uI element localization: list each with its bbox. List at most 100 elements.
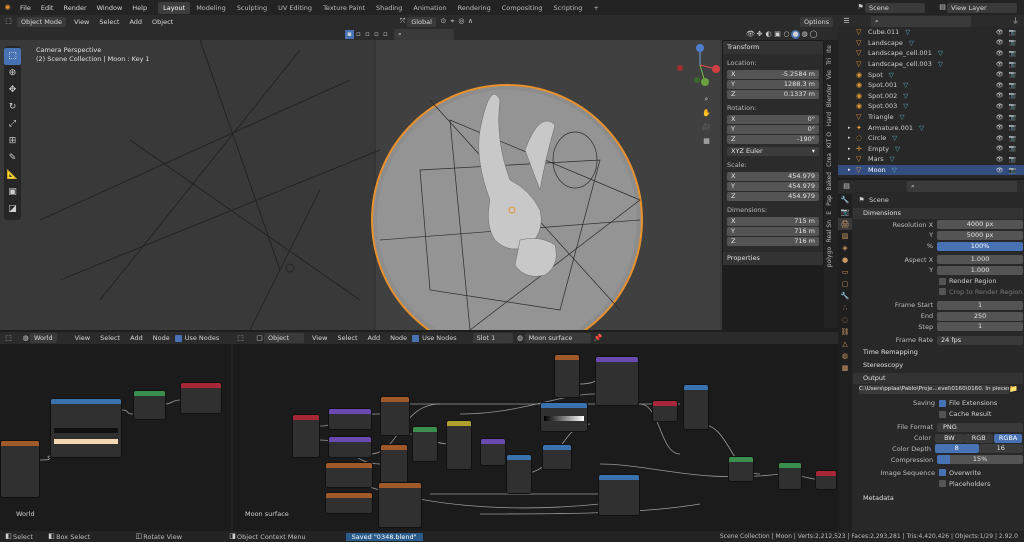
pan-hand-icon[interactable]: ✋ bbox=[702, 109, 711, 118]
texture-tab-icon[interactable]: ▩ bbox=[838, 362, 852, 374]
shader-node[interactable] bbox=[778, 462, 802, 490]
resolution-percent-field[interactable]: 100% bbox=[937, 241, 1023, 251]
properties-search-field[interactable]: ⌕ bbox=[907, 180, 1017, 192]
properties-editor-icon[interactable]: ▤ bbox=[842, 182, 851, 191]
shader-node[interactable] bbox=[480, 438, 506, 466]
menu-render[interactable]: Render bbox=[58, 4, 91, 12]
node-menu-select[interactable]: Select bbox=[95, 334, 125, 342]
transform-tool-icon[interactable]: ⊞ bbox=[4, 133, 21, 150]
world-use-nodes-checkbox[interactable] bbox=[174, 334, 182, 342]
render-camera-icon[interactable]: 📷 bbox=[1009, 145, 1016, 152]
node-editor[interactable]: World Moon surface bbox=[0, 344, 838, 531]
stereoscopy-section[interactable]: Stereoscopy bbox=[853, 360, 1023, 372]
sidebar-tab-10[interactable]: Real Sn bbox=[826, 220, 833, 242]
placeholders-checkbox[interactable] bbox=[939, 480, 946, 488]
color-option-rgb[interactable]: RGB bbox=[964, 433, 994, 443]
shader-node[interactable] bbox=[542, 444, 572, 470]
extra-tool-icon[interactable]: ◪ bbox=[4, 201, 21, 218]
mapping-node[interactable] bbox=[50, 398, 122, 458]
shader-node[interactable] bbox=[412, 426, 438, 462]
render-camera-icon[interactable]: 📷 bbox=[1009, 135, 1016, 142]
sidebar-tab-11[interactable]: polygo bbox=[826, 247, 833, 267]
background-node[interactable] bbox=[133, 390, 166, 420]
time-remapping-section[interactable]: Time Remapping bbox=[853, 347, 1023, 359]
outliner-editor-icon[interactable]: ☰ bbox=[842, 17, 851, 26]
folder-icon[interactable]: 📁 bbox=[1009, 385, 1018, 394]
shading-material-icon[interactable]: ◍ bbox=[800, 30, 809, 39]
overwrite-checkbox[interactable] bbox=[939, 469, 946, 477]
outliner-item[interactable]: ◉ Spot ▽ 👁 📷 bbox=[838, 69, 1024, 80]
shading-wire-icon[interactable]: ○ bbox=[782, 30, 791, 39]
dimensions-x-field[interactable]: X 715 m bbox=[727, 217, 819, 226]
visibility-eye-icon[interactable]: 👁 bbox=[996, 156, 1004, 163]
pin-icon[interactable]: 📌 bbox=[594, 334, 603, 343]
node-editor-type-icon[interactable]: ⬚ bbox=[236, 334, 245, 343]
object-use-nodes-checkbox[interactable] bbox=[412, 334, 420, 342]
shader-node[interactable] bbox=[380, 444, 408, 484]
slot-select[interactable]: Slot 1 bbox=[472, 333, 513, 343]
outliner-item[interactable]: ▸ ✦ Armature.001 ▽ 👁 📷 bbox=[838, 122, 1024, 133]
resolution-y-field[interactable]: 5000 px bbox=[937, 230, 1023, 240]
outliner-item[interactable]: ▸ ✛ Empty ▽ 👁 📷 bbox=[838, 144, 1024, 155]
outliner-item[interactable]: ▸ ▽ Mars ▽ 👁 📷 bbox=[838, 154, 1024, 165]
sidebar-tab-4[interactable]: Hard bbox=[826, 112, 833, 126]
dimensions-z-field[interactable]: Z 716 m bbox=[727, 237, 819, 246]
color-depth-option-16[interactable]: 16 bbox=[979, 444, 1023, 454]
node-menu-add[interactable]: Add bbox=[125, 334, 148, 342]
shader-node[interactable] bbox=[325, 462, 373, 488]
render-camera-icon[interactable]: 📷 bbox=[1009, 39, 1016, 46]
view-layer-selector[interactable]: View Layer bbox=[947, 2, 1017, 13]
render-camera-icon[interactable]: 📷 bbox=[1009, 124, 1016, 131]
filter-icon[interactable]: ⏚ bbox=[1011, 17, 1020, 26]
outliner-item[interactable]: ▽ Cube.011 ▽ 👁 📷 bbox=[838, 27, 1024, 38]
output-tab-icon[interactable]: 🖨 bbox=[838, 218, 852, 230]
frame-rate-select[interactable]: 24 fps bbox=[937, 335, 1023, 345]
tab-layout[interactable]: Layout bbox=[158, 1, 191, 14]
blender-logo-icon[interactable]: ◉ bbox=[3, 3, 12, 12]
outliner-item[interactable]: ◉ Spot.003 ▽ 👁 📷 bbox=[838, 101, 1024, 112]
shader-node[interactable] bbox=[328, 408, 372, 430]
mode-selector[interactable]: Object Mode bbox=[17, 16, 66, 27]
shader-node[interactable] bbox=[728, 456, 754, 482]
output-section[interactable]: Output bbox=[853, 373, 1023, 385]
material-name-field[interactable]: Moon surface bbox=[524, 333, 591, 343]
node-menu-view[interactable]: View bbox=[307, 334, 332, 342]
cache-result-checkbox[interactable] bbox=[939, 410, 946, 418]
file-extensions-checkbox[interactable] bbox=[939, 399, 946, 407]
sidebar-tab-1[interactable]: Tri bbox=[826, 58, 833, 65]
visibility-eye-icon[interactable]: 👁 bbox=[996, 61, 1004, 68]
cursor-tool-icon[interactable]: ⊕ bbox=[4, 65, 21, 82]
render-tab-icon[interactable]: 📷 bbox=[838, 206, 852, 218]
measure-tool-icon[interactable]: 📐 bbox=[4, 167, 21, 184]
visibility-eye-icon[interactable]: 👁 bbox=[996, 135, 1004, 142]
visibility-eye-icon[interactable]: 👁 bbox=[996, 92, 1004, 99]
shading-rendered-icon[interactable]: ◯ bbox=[809, 30, 818, 39]
tool-tab-icon[interactable]: 🔧 bbox=[838, 194, 852, 206]
expand-arrow-icon[interactable]: ▸ bbox=[848, 125, 856, 131]
render-camera-icon[interactable]: 📷 bbox=[1009, 71, 1016, 78]
render-camera-icon[interactable]: 📷 bbox=[1009, 114, 1016, 121]
shader-node[interactable] bbox=[595, 356, 639, 406]
world-output-node[interactable] bbox=[180, 382, 222, 414]
outliner-item[interactable]: ◉ Spot.002 ▽ 👁 📷 bbox=[838, 91, 1024, 102]
render-camera-icon[interactable]: 📷 bbox=[1009, 50, 1016, 57]
tab-scripting[interactable]: Scripting bbox=[549, 2, 588, 14]
select-subtract-icon[interactable]: ▫ bbox=[363, 30, 372, 39]
select-intersect-icon[interactable]: ▫ bbox=[381, 30, 390, 39]
color-option-bw[interactable]: BW bbox=[935, 433, 964, 443]
outliner-item[interactable]: ▸ ▽ Moon ▽ 👁 📷 bbox=[838, 164, 1024, 176]
properties-panel-title[interactable]: Properties bbox=[723, 252, 823, 265]
render-camera-icon[interactable]: 📷 bbox=[1009, 167, 1016, 174]
render-camera-icon[interactable]: 📷 bbox=[1009, 82, 1016, 89]
sidebar-tab-8[interactable]: Pap bbox=[826, 195, 833, 206]
annotate-tool-icon[interactable]: ✎ bbox=[4, 150, 21, 167]
object-type-select[interactable]: Object bbox=[264, 333, 304, 343]
visibility-eye-icon[interactable]: 👁 bbox=[996, 124, 1004, 131]
node-menu-add[interactable]: Add bbox=[363, 334, 386, 342]
sidebar-tab-9[interactable]: E bbox=[826, 211, 833, 215]
viewport-menu-select[interactable]: Select bbox=[94, 18, 124, 26]
menu-edit[interactable]: Edit bbox=[36, 4, 59, 12]
shader-node[interactable] bbox=[446, 420, 472, 470]
overlay-icon[interactable]: ◐ bbox=[764, 30, 773, 39]
constraints-tab-icon[interactable]: ⛓ bbox=[838, 326, 852, 338]
